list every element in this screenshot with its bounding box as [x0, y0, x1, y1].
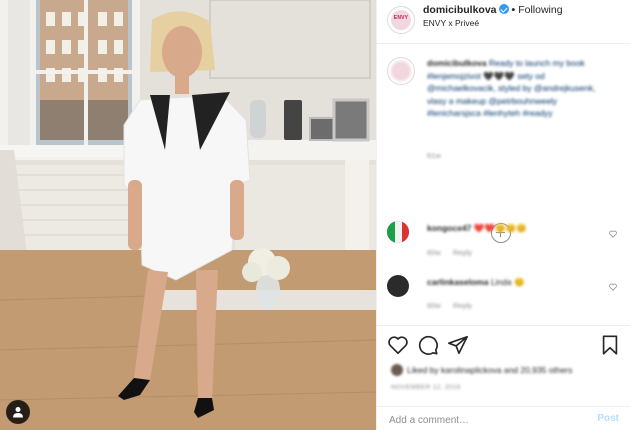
reply-button[interactable]: Reply	[453, 301, 472, 310]
comment-input[interactable]	[389, 412, 589, 428]
post-location[interactable]: ENVY x Priveé	[423, 18, 479, 28]
tagged-user-button[interactable]	[6, 400, 30, 424]
heart-icon[interactable]	[387, 334, 409, 356]
likes-summary[interactable]: Liked by karolinaplickova and 20,935 oth…	[391, 364, 572, 376]
comment-text: Linda 😊	[490, 277, 525, 287]
share-icon[interactable]	[447, 334, 469, 356]
author-avatar[interactable]: ENVY	[387, 6, 415, 34]
comment-time: 60w	[427, 301, 441, 310]
caption-time: 61w	[427, 151, 441, 160]
likes-text: Liked by karolinaplickova and 20,935 oth…	[407, 365, 573, 375]
comment-1: kongoce47 ❤️❤️😊😊😊	[427, 222, 527, 235]
caption-avatar[interactable]	[387, 57, 415, 85]
comment-avatar[interactable]	[387, 275, 409, 297]
comment-username[interactable]: carlinkaseloma	[427, 277, 488, 287]
post-photo[interactable]	[0, 0, 376, 430]
post-date: NOVEMBER 12, 2019	[391, 384, 461, 391]
post-actions: Liked by karolinaplickova and 20,935 oth…	[377, 325, 630, 430]
avatar-logo-text: ENVY	[393, 15, 409, 21]
comment-avatar[interactable]	[387, 221, 409, 243]
bookmark-icon[interactable]	[599, 334, 621, 356]
add-comment-bar: Post	[377, 406, 630, 430]
caption-username[interactable]: domicibulkova	[427, 58, 487, 68]
caption: domicibulkova Ready to launch my book #l…	[427, 57, 607, 120]
comment-like-icon[interactable]	[609, 283, 617, 291]
comments-section: domicibulkova Ready to launch my book #l…	[377, 45, 630, 325]
author-username[interactable]: domicibulkova	[423, 4, 497, 16]
user-icon	[13, 407, 23, 418]
reply-button[interactable]: Reply	[453, 248, 472, 257]
comment-username[interactable]: kongoce47	[427, 223, 471, 233]
comment-icon[interactable]	[417, 334, 439, 356]
comment-2: carlinkaseloma Linda 😊	[427, 276, 525, 289]
verified-icon	[498, 4, 509, 14]
liker-avatar	[391, 364, 403, 376]
comment-like-icon[interactable]	[609, 230, 617, 238]
post-sidebar: ENVY domicibulkova • Following ENVY x Priv…	[376, 0, 630, 430]
comment-text: ❤️❤️😊😊😊	[473, 223, 527, 233]
post-image	[0, 0, 376, 430]
following-button[interactable]: Following	[518, 4, 562, 16]
post-comment-button[interactable]: Post	[597, 413, 619, 424]
post-header: ENVY domicibulkova • Following ENVY x Priv…	[377, 0, 630, 44]
comment-time: 60w	[427, 248, 441, 257]
